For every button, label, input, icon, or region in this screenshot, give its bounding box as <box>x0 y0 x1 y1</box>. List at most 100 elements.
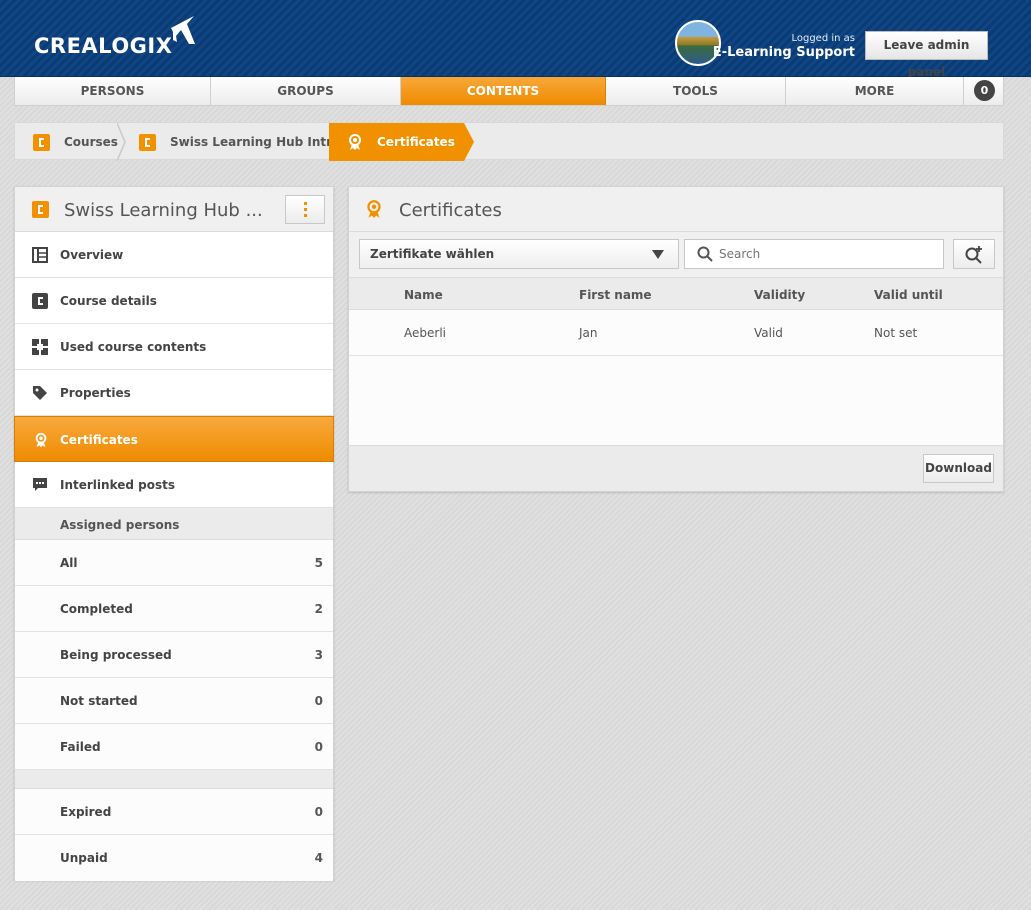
panel-header: Certificates <box>349 187 1003 232</box>
nav-tab-persons[interactable]: PERSONS <box>15 77 211 105</box>
nav-tab-tools[interactable]: TOOLS <box>606 77 786 105</box>
course-icon <box>32 201 49 218</box>
course-icon <box>139 133 156 151</box>
select-value: Zertifikate wählen <box>370 247 495 261</box>
panel-footer: Download <box>349 446 1003 491</box>
filter-label: All <box>60 556 78 570</box>
column-header-validity[interactable]: Validity <box>754 288 805 302</box>
filter-count: 5 <box>314 556 323 570</box>
sidebar-item-label: Certificates <box>60 433 138 447</box>
breadcrumb-label: Swiss Learning Hub Intro <box>170 135 341 149</box>
section-divider <box>15 770 333 789</box>
add-search-button[interactable] <box>953 239 995 269</box>
sidebar-title: Swiss Learning Hub ... <box>64 200 263 221</box>
search-icon <box>697 246 713 262</box>
sidebar-item-used-course-contents[interactable]: Used course contents <box>15 324 333 370</box>
certificates-panel: Certificates Zertifikate wählen Name Fir… <box>348 186 1004 492</box>
main-nav: PERSONS GROUPS CONTENTS TOOLS MORE 0 <box>14 77 1004 106</box>
sidebar-item-label: Interlinked posts <box>60 478 175 492</box>
column-header-name[interactable]: Name <box>404 288 443 302</box>
notification-badge[interactable]: 0 <box>974 80 995 101</box>
assigned-filter-being-processed[interactable]: Being processed 3 <box>15 632 333 678</box>
filter-count: 4 <box>314 851 323 865</box>
nav-tab-contents[interactable]: CONTENTS <box>401 77 606 105</box>
vertical-dots-icon <box>304 202 307 217</box>
download-button[interactable]: Download <box>923 454 994 483</box>
breadcrumb-courses[interactable]: Courses <box>33 123 118 161</box>
leave-admin-panel-button[interactable]: Leave admin panel <box>865 31 988 79</box>
table-row[interactable]: Aeberli Jan Valid Not set <box>349 310 1003 356</box>
search-input[interactable] <box>684 239 944 269</box>
filter-label: Expired <box>60 805 112 819</box>
overview-icon <box>32 247 48 263</box>
filter-label: Completed <box>60 602 133 616</box>
notification-cell: 0 <box>964 77 1003 105</box>
cell-valid-until: Not set <box>874 326 918 340</box>
filter-count: 0 <box>314 694 323 708</box>
filter-label: Unpaid <box>60 851 108 865</box>
panel-toolbar: Zertifikate wählen <box>349 232 1003 278</box>
breadcrumb-separator <box>117 123 126 161</box>
sidebar-item-overview[interactable]: Overview <box>15 232 333 278</box>
plane-logo-icon <box>171 16 195 44</box>
course-icon <box>32 293 48 309</box>
nav-tab-groups[interactable]: GROUPS <box>211 77 401 105</box>
assigned-filter-all[interactable]: All 5 <box>15 540 333 586</box>
comment-icon <box>33 478 47 491</box>
sidebar-item-label: Course details <box>60 294 157 308</box>
section-label: Assigned persons <box>60 518 180 532</box>
breadcrumb-certificates[interactable]: Certificates <box>329 123 464 161</box>
table-header: Name First name Validity Valid until <box>349 278 1003 310</box>
breadcrumb-label: Certificates <box>377 135 455 149</box>
column-header-first-name[interactable]: First name <box>579 288 652 302</box>
certificate-icon <box>349 134 361 150</box>
cell-name: Aeberli <box>404 326 446 340</box>
cell-validity: Valid <box>754 326 783 340</box>
assigned-persons-header: Assigned persons <box>15 508 333 540</box>
cell-first-name: Jan <box>579 326 598 340</box>
sidebar-item-properties[interactable]: Properties <box>15 370 333 416</box>
logged-in-user: E-Learning Support <box>712 45 855 60</box>
filter-label: Being processed <box>60 648 172 662</box>
filter-label: Failed <box>60 740 101 754</box>
assigned-filter-completed[interactable]: Completed 2 <box>15 586 333 632</box>
table-empty-area <box>349 356 1003 446</box>
filter-count: 3 <box>314 648 323 662</box>
sidebar-item-label: Overview <box>60 248 124 262</box>
filter-count: 2 <box>314 602 323 616</box>
course-sidebar: Swiss Learning Hub ... Overview Course d… <box>14 186 334 881</box>
breadcrumb-course[interactable]: Swiss Learning Hub Intro <box>139 123 340 161</box>
panel-title: Certificates <box>399 200 502 221</box>
assigned-filter-unpaid[interactable]: Unpaid 4 <box>15 835 333 881</box>
sidebar-item-certificates[interactable]: Certificates <box>14 416 334 462</box>
column-header-valid-until[interactable]: Valid until <box>874 288 943 302</box>
assigned-filter-failed[interactable]: Failed 0 <box>15 724 333 770</box>
dropdown-arrow-icon <box>652 250 664 259</box>
course-icon <box>33 133 50 151</box>
breadcrumb-active-arrow <box>464 123 474 161</box>
logo-text: CREALOGIX <box>34 34 173 58</box>
sidebar-item-course-details[interactable]: Course details <box>15 278 333 324</box>
breadcrumb: Courses Swiss Learning Hub Intro Certifi… <box>14 122 1004 161</box>
nav-tab-more[interactable]: MORE <box>786 77 964 105</box>
search-add-icon <box>965 246 982 264</box>
login-info: Logged in as E-Learning Support <box>713 33 855 60</box>
sidebar-menu-button[interactable] <box>285 195 325 224</box>
top-header: CREALOGIX Logged in as E-Learning Suppor… <box>0 0 1031 79</box>
certificate-select[interactable]: Zertifikate wählen <box>359 239 679 269</box>
sidebar-item-label: Properties <box>60 386 131 400</box>
certificate-icon <box>367 200 381 218</box>
contents-icon <box>32 339 48 355</box>
sidebar-item-interlinked-posts[interactable]: Interlinked posts <box>15 462 333 508</box>
filter-count: 0 <box>314 805 323 819</box>
tag-icon <box>33 386 47 400</box>
sidebar-item-label: Used course contents <box>60 340 207 354</box>
assigned-filter-expired[interactable]: Expired 0 <box>15 789 333 835</box>
breadcrumb-label: Courses <box>64 135 118 149</box>
assigned-filter-not-started[interactable]: Not started 0 <box>15 678 333 724</box>
crealogix-logo[interactable]: CREALOGIX <box>34 14 195 58</box>
filter-label: Not started <box>60 694 138 708</box>
certificate-icon <box>35 432 47 448</box>
filter-count: 0 <box>314 740 323 754</box>
sidebar-header: Swiss Learning Hub ... <box>15 187 333 232</box>
